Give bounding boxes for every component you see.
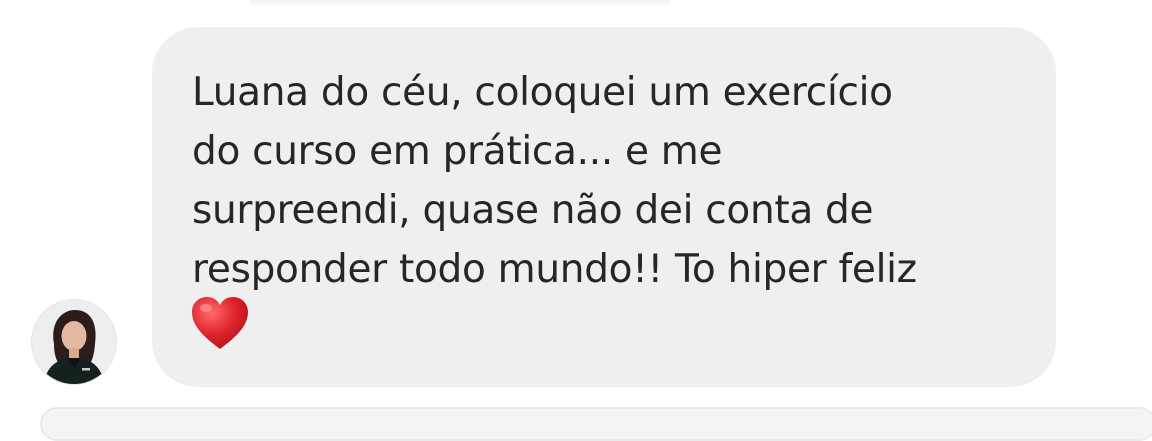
message-text: Luana do céu, coloquei um exercício do c… <box>192 70 917 292</box>
avatar-photo <box>32 300 116 384</box>
next-message-edge <box>40 407 1152 441</box>
avatar[interactable] <box>32 300 116 384</box>
heart-emoji-icon <box>192 297 248 349</box>
message-bubble[interactable]: Luana do céu, coloquei um exercício do c… <box>152 27 1056 387</box>
message-row: Luana do céu, coloquei um exercício do c… <box>0 0 1152 414</box>
